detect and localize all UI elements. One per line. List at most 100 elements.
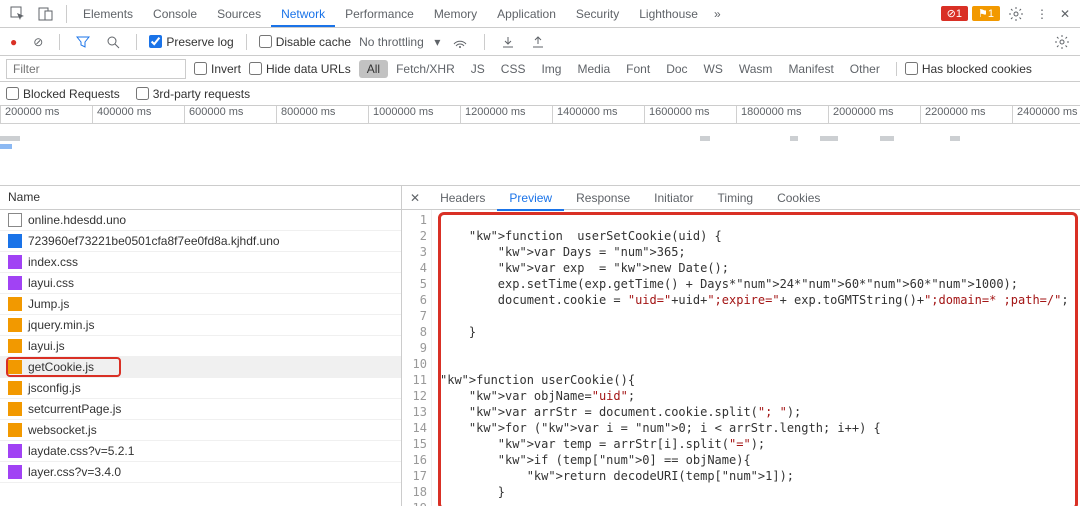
request-row[interactable]: online.hdesdd.uno	[0, 210, 401, 231]
css-file-icon	[8, 276, 22, 290]
timeline-tick: 800000 ms	[276, 106, 368, 123]
top-tab-performance[interactable]: Performance	[335, 3, 424, 25]
export-har-icon[interactable]	[527, 33, 549, 51]
request-row[interactable]: jquery.min.js	[0, 315, 401, 336]
request-name: Jump.js	[28, 297, 69, 311]
top-tab-network[interactable]: Network	[271, 3, 335, 27]
error-badge[interactable]: ⊘ 1	[941, 6, 968, 21]
preserve-log-checkbox[interactable]: Preserve log	[149, 35, 233, 49]
top-tab-elements[interactable]: Elements	[73, 3, 143, 25]
network-settings-icon[interactable]	[1050, 32, 1074, 52]
preview-pane[interactable]: 12345678910111213141516171819 "kw">funct…	[402, 210, 1080, 506]
request-row[interactable]: laydate.css?v=5.2.1	[0, 441, 401, 462]
css-file-icon	[8, 444, 22, 458]
request-row[interactable]: 723960ef73221be0501cfa8f7ee0fd8a.kjhdf.u…	[0, 231, 401, 252]
request-row[interactable]: layui.css	[0, 273, 401, 294]
filter-chip-css[interactable]: CSS	[493, 60, 534, 78]
detail-tab-response[interactable]: Response	[564, 187, 642, 209]
json-file-icon	[8, 234, 22, 248]
js-file-icon	[8, 423, 22, 437]
top-tab-application[interactable]: Application	[487, 3, 566, 25]
top-tab-console[interactable]: Console	[143, 3, 207, 25]
disable-cache-checkbox[interactable]: Disable cache	[259, 35, 351, 49]
throttling-select[interactable]: No throttling ▾	[359, 35, 440, 49]
detail-tab-cookies[interactable]: Cookies	[765, 187, 832, 209]
timeline-tick: 600000 ms	[184, 106, 276, 123]
clear-icon[interactable]: ⊘	[29, 33, 47, 51]
request-row[interactable]: jsconfig.js	[0, 378, 401, 399]
request-name: index.css	[28, 255, 78, 269]
filter-bar: Invert Hide data URLs AllFetch/XHRJSCSSI…	[0, 56, 1080, 82]
warning-badge[interactable]: ⚑ 1	[972, 6, 1000, 21]
timeline-tick: 2000000 ms	[828, 106, 920, 123]
filter-chip-media[interactable]: Media	[569, 60, 618, 78]
search-icon[interactable]	[102, 33, 124, 51]
detail-tab-timing[interactable]: Timing	[706, 187, 766, 209]
device-toggle-icon[interactable]	[32, 2, 60, 26]
timeline-tick: 2400000 ms	[1012, 106, 1080, 123]
kebab-menu-icon[interactable]: ⋮	[1030, 3, 1054, 25]
has-blocked-cookies-checkbox[interactable]: Has blocked cookies	[905, 62, 1032, 76]
js-file-icon	[8, 339, 22, 353]
network-toolbar: ● ⊘ Preserve log Disable cache No thrott…	[0, 28, 1080, 56]
record-icon[interactable]: ●	[6, 33, 21, 51]
filter-bar-2: Blocked Requests 3rd-party requests	[0, 82, 1080, 106]
detail-tab-headers[interactable]: Headers	[428, 187, 497, 209]
filter-toggle-icon[interactable]	[72, 33, 94, 51]
request-row[interactable]: index.css	[0, 252, 401, 273]
request-row[interactable]: websocket.js	[0, 420, 401, 441]
timeline-tick: 1400000 ms	[552, 106, 644, 123]
filter-chip-ws[interactable]: WS	[696, 60, 731, 78]
filter-chip-all[interactable]: All	[359, 60, 388, 78]
js-file-icon	[8, 318, 22, 332]
filter-chip-fetchxhr[interactable]: Fetch/XHR	[388, 60, 463, 78]
request-list: Name online.hdesdd.uno723960ef73221be050…	[0, 186, 402, 506]
js-file-icon	[8, 360, 22, 374]
request-row[interactable]: layer.css?v=3.4.0	[0, 462, 401, 483]
divider	[66, 5, 67, 23]
close-detail-icon[interactable]: ✕	[402, 189, 428, 207]
import-har-icon[interactable]	[497, 33, 519, 51]
request-row[interactable]: setcurrentPage.js	[0, 399, 401, 420]
request-row[interactable]: getCookie.js	[0, 357, 401, 378]
inspect-icon[interactable]	[4, 2, 32, 26]
request-row[interactable]: Jump.js	[0, 294, 401, 315]
request-name: jsconfig.js	[28, 381, 81, 395]
detail-tab-preview[interactable]: Preview	[497, 187, 564, 211]
timeline-tick: 1600000 ms	[644, 106, 736, 123]
filter-input[interactable]	[6, 59, 186, 79]
blocked-requests-checkbox[interactable]: Blocked Requests	[6, 87, 120, 101]
filter-chip-wasm[interactable]: Wasm	[731, 60, 781, 78]
third-party-checkbox[interactable]: 3rd-party requests	[136, 87, 250, 101]
css-file-icon	[8, 465, 22, 479]
filter-chip-other[interactable]: Other	[842, 60, 888, 78]
network-main: Name online.hdesdd.uno723960ef73221be050…	[0, 186, 1080, 506]
doc-file-icon	[8, 213, 22, 227]
settings-icon[interactable]	[1002, 2, 1030, 26]
network-conditions-icon[interactable]	[448, 33, 472, 51]
filter-chip-manifest[interactable]: Manifest	[780, 60, 841, 78]
top-tab-memory[interactable]: Memory	[424, 3, 487, 25]
top-tab-sources[interactable]: Sources	[207, 3, 271, 25]
filter-chip-doc[interactable]: Doc	[658, 60, 695, 78]
more-tabs-icon[interactable]: »	[708, 3, 727, 25]
filter-chip-js[interactable]: JS	[463, 60, 493, 78]
filter-chip-font[interactable]: Font	[618, 60, 658, 78]
request-detail: ✕ HeadersPreviewResponseInitiatorTimingC…	[402, 186, 1080, 506]
request-name: layui.js	[28, 339, 65, 353]
request-name: layui.css	[28, 276, 74, 290]
timeline-overview[interactable]: 200000 ms400000 ms600000 ms800000 ms1000…	[0, 106, 1080, 186]
devtools-top-bar: ElementsConsoleSourcesNetworkPerformance…	[0, 0, 1080, 28]
hide-data-urls-checkbox[interactable]: Hide data URLs	[249, 62, 351, 76]
request-row[interactable]: layui.js	[0, 336, 401, 357]
top-tab-security[interactable]: Security	[566, 3, 629, 25]
invert-checkbox[interactable]: Invert	[194, 62, 241, 76]
close-devtools-icon[interactable]: ✕	[1054, 3, 1076, 25]
timeline-tick: 2200000 ms	[920, 106, 1012, 123]
request-name: jquery.min.js	[28, 318, 94, 332]
name-column-header[interactable]: Name	[0, 186, 401, 210]
top-tab-lighthouse[interactable]: Lighthouse	[629, 3, 708, 25]
request-name: setcurrentPage.js	[28, 402, 121, 416]
detail-tab-initiator[interactable]: Initiator	[642, 187, 705, 209]
filter-chip-img[interactable]: Img	[533, 60, 569, 78]
